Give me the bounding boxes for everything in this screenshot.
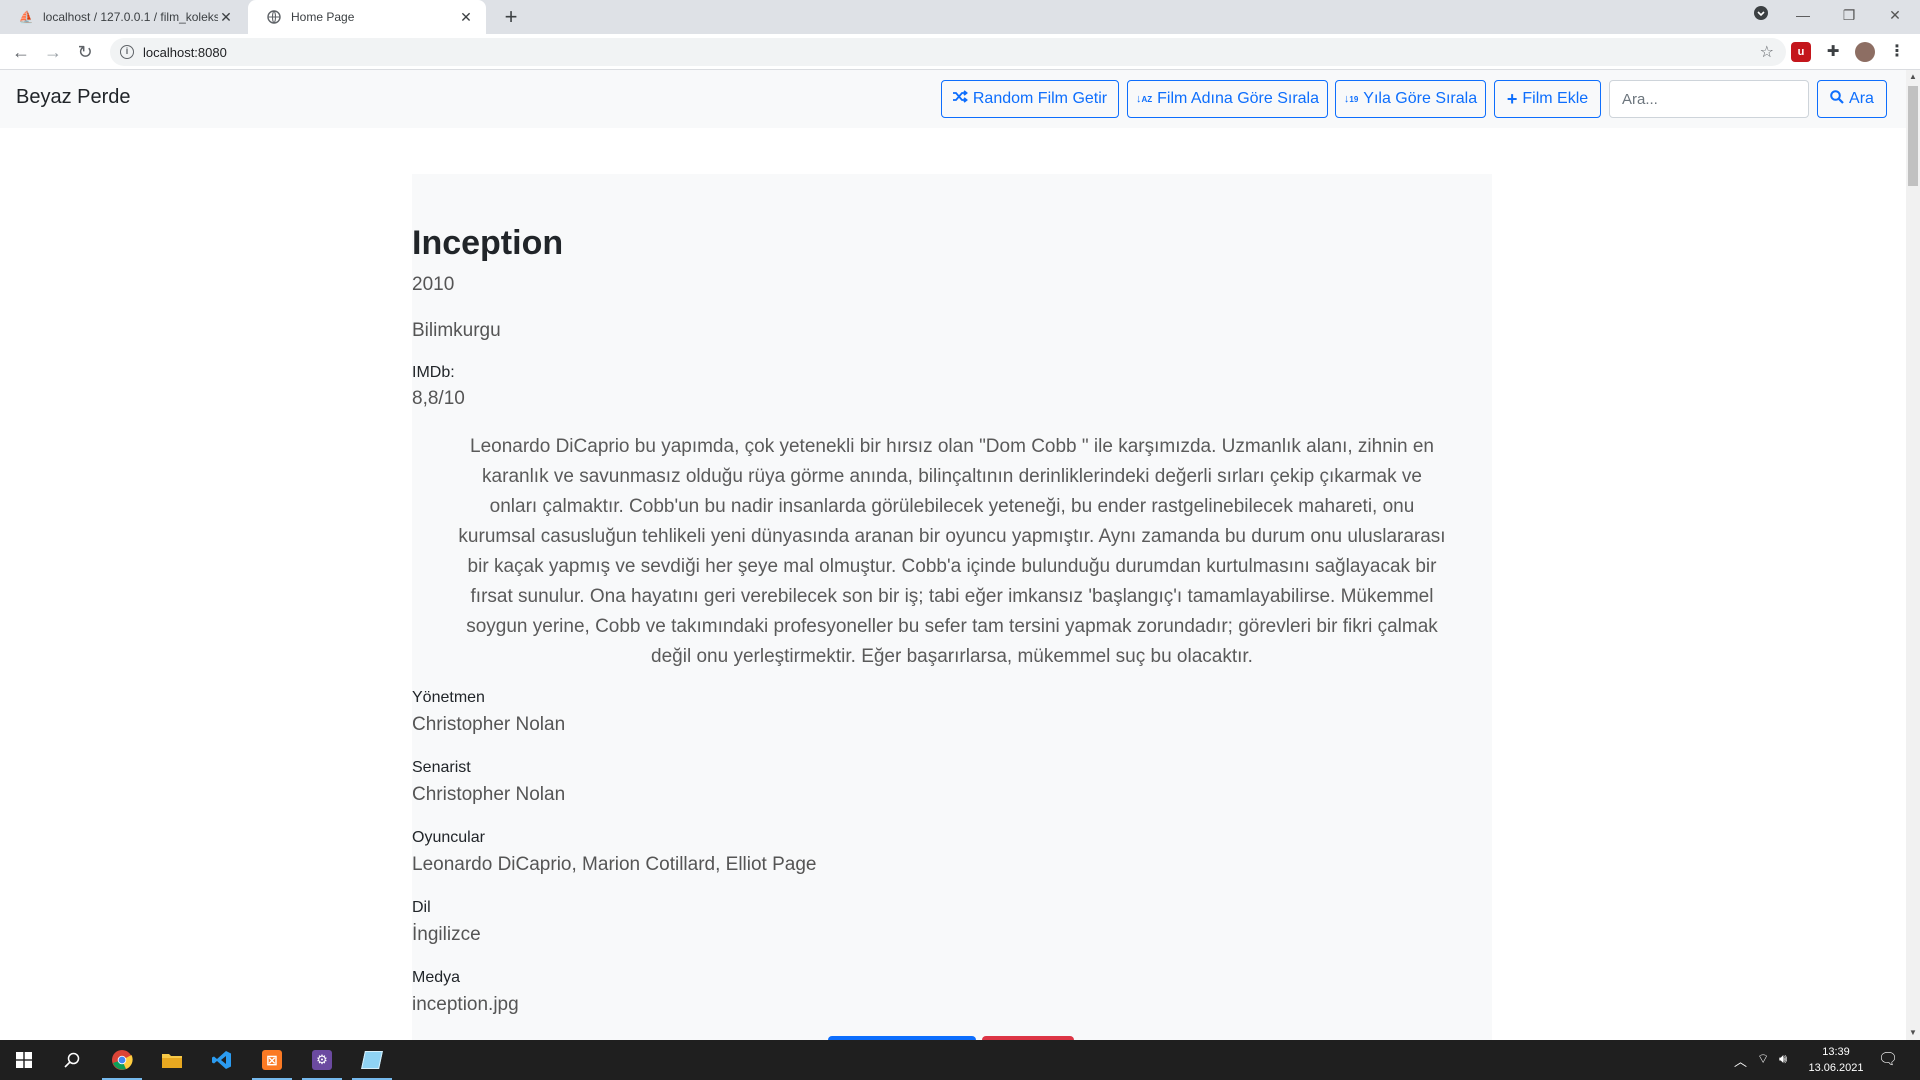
tab-title: Home Page <box>291 10 355 24</box>
restore-icon[interactable]: ❐ <box>1826 0 1872 30</box>
file-explorer-icon[interactable] <box>148 1040 196 1080</box>
minimize-icon[interactable]: — <box>1780 0 1826 30</box>
phpmyadmin-icon: ⛵ <box>18 10 34 24</box>
close-tab-icon[interactable]: ✕ <box>458 9 474 26</box>
movie-year: 2010 <box>412 274 455 295</box>
language-label: Dil <box>412 899 431 916</box>
add-film-button[interactable]: + Film Ekle <box>1494 80 1601 118</box>
random-film-button[interactable]: Random Film Getir <box>941 80 1119 118</box>
search-button-label: Ara <box>1849 90 1874 107</box>
scroll-up-arrow-icon[interactable]: ▲ <box>1906 70 1920 84</box>
search-icon <box>1830 89 1844 109</box>
plus-icon: + <box>1506 88 1518 109</box>
windows-taskbar: ⊠ ⚙ ︿ ⌔ 🔊︎ 13:39 13.06.2021 🗨︎ <box>0 1040 1920 1080</box>
volume-icon[interactable]: 🔊︎ <box>1779 1051 1787 1067</box>
shuffle-icon <box>952 90 968 108</box>
scrollbar-thumb[interactable] <box>1908 86 1918 186</box>
clock-time: 13:39 <box>1822 1046 1850 1058</box>
movie-description: Leonardo DiCaprio bu yapımda, çok yetene… <box>458 436 1446 667</box>
forward-icon[interactable]: → <box>40 39 66 65</box>
director-value: Christopher Nolan <box>412 714 566 735</box>
system-clock[interactable]: 13:39 13.06.2021 <box>1796 1044 1876 1076</box>
movie-genre: Bilimkurgu <box>412 320 501 341</box>
extensions-puzzle-icon[interactable]: ✚ <box>1823 42 1843 62</box>
sort-alpha-icon: ↓AZ <box>1135 92 1153 105</box>
taskbar-search-icon[interactable] <box>48 1040 96 1080</box>
brand-logo[interactable]: Beyaz Perde <box>16 86 131 109</box>
imdb-label: IMDb: <box>412 364 455 381</box>
clock-date: 13.06.2021 <box>1808 1062 1864 1074</box>
search-input[interactable] <box>1609 80 1809 118</box>
bookmark-star-icon[interactable]: ☆ <box>1760 42 1774 62</box>
vscode-icon[interactable] <box>198 1040 246 1080</box>
action-center-icon[interactable]: 🗨︎ <box>1878 1049 1898 1069</box>
browser-menu-icon[interactable]: ⋮ <box>1887 42 1907 62</box>
windows-start-icon[interactable] <box>0 1040 48 1080</box>
media-value: inception.jpg <box>412 994 519 1015</box>
sort-by-year-button[interactable]: ↓19 Yıla Göre Sırala <box>1335 80 1486 118</box>
imdb-rating: 8,8/10 <box>412 388 465 409</box>
notepad-icon[interactable] <box>348 1040 396 1080</box>
media-label: Medya <box>412 969 461 986</box>
movie-detail-card: Inception 2010 Bilimkurgu IMDb: 8,8/10 L… <box>412 174 1492 1040</box>
address-bar[interactable]: i localhost:8080 ☆ <box>110 38 1786 66</box>
site-info-icon[interactable]: i <box>120 45 134 59</box>
add-film-label: Film Ekle <box>1522 90 1589 107</box>
writer-label: Senarist <box>412 759 471 776</box>
xampp-icon[interactable]: ⊠ <box>248 1040 296 1080</box>
new-tab-button[interactable]: + <box>498 4 524 30</box>
cast-value: Leonardo DiCaprio, Marion Cotillard, Ell… <box>412 854 817 875</box>
globe-icon <box>266 9 282 25</box>
cast-label: Oyuncular <box>412 829 485 846</box>
sort-by-name-button[interactable]: ↓AZ Film Adına Göre Sırala <box>1127 80 1328 118</box>
director-label: Yönetmen <box>412 689 485 706</box>
sort-numeric-icon: ↓19 <box>1343 93 1359 105</box>
tab-search-icon[interactable] <box>1738 0 1784 30</box>
sort-by-name-label: Film Adına Göre Sırala <box>1157 90 1319 107</box>
reload-icon[interactable]: ↻ <box>72 39 98 65</box>
profile-avatar[interactable] <box>1855 42 1875 62</box>
chrome-taskbar-icon[interactable] <box>98 1040 146 1080</box>
close-window-icon[interactable]: ✕ <box>1872 0 1918 30</box>
search-button[interactable]: Ara <box>1817 80 1887 118</box>
tray-chevron-icon[interactable]: ︿ <box>1734 1051 1747 1070</box>
writer-value: Christopher Nolan <box>412 784 566 805</box>
url-text: localhost:8080 <box>143 44 227 60</box>
close-tab-icon[interactable]: ✕ <box>218 9 234 26</box>
random-film-label: Random Film Getir <box>972 90 1108 107</box>
back-icon[interactable]: ← <box>8 39 34 65</box>
browser-tab-strip: ⛵ localhost / 127.0.0.1 / film_koleksiyo… <box>0 0 1920 34</box>
site-navbar: Beyaz Perde Random Film Getir ↓AZ Film A… <box>0 70 1906 128</box>
scroll-down-arrow-icon[interactable]: ▼ <box>1906 1026 1920 1040</box>
language-value: İngilizce <box>412 924 481 945</box>
app-settings-icon[interactable]: ⚙ <box>298 1040 346 1080</box>
tab-phpmyadmin[interactable]: ⛵ localhost / 127.0.0.1 / film_koleksiyo… <box>0 0 246 34</box>
sort-by-year-label: Yıla Göre Sırala <box>1363 90 1478 107</box>
network-icon[interactable]: ⌔ <box>1757 1051 1769 1067</box>
movie-title: Inception <box>412 224 564 262</box>
page-scrollbar[interactable]: ▲ ▼ <box>1906 70 1920 1040</box>
tab-home-page[interactable]: Home Page ✕ <box>248 0 486 34</box>
browser-toolbar: ← → ↻ i localhost:8080 ☆ u ✚ ⋮ <box>0 34 1920 70</box>
ublock-icon[interactable]: u <box>1791 42 1811 62</box>
tab-title: localhost / 127.0.0.1 / film_koleksiyon <box>43 10 218 24</box>
